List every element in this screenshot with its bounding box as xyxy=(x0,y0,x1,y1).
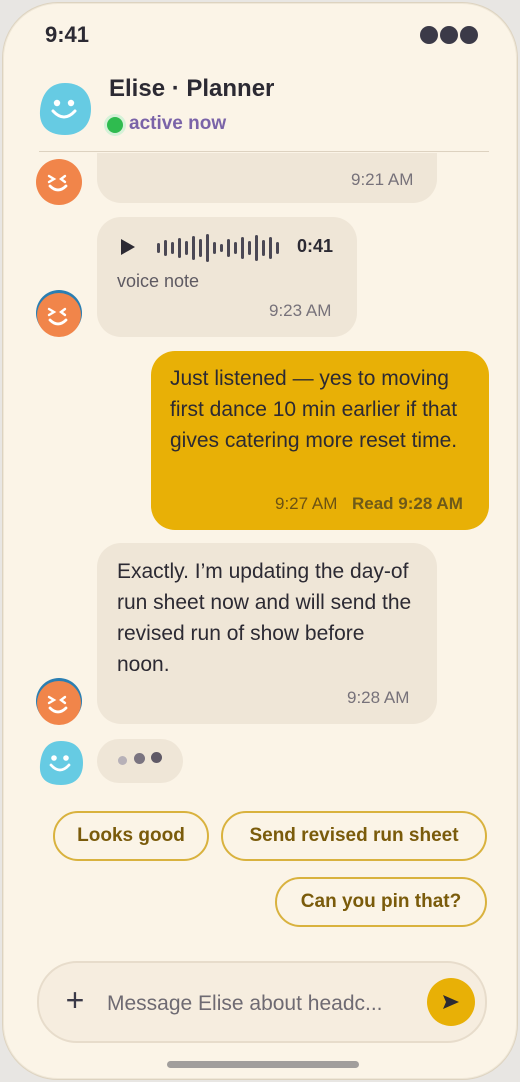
quick-reply-send-revised-run-sheet[interactable]: Send revised run sheet xyxy=(221,811,487,861)
planner-avatar xyxy=(36,290,82,337)
message-input[interactable] xyxy=(105,985,419,1023)
send-icon xyxy=(443,995,459,1009)
voice-caption: voice note xyxy=(117,271,200,291)
message-bubble-incoming[interactable]: Exactly. I’m updating the day-of run she… xyxy=(97,543,437,724)
online-indicator xyxy=(107,117,123,133)
play-icon[interactable] xyxy=(119,237,137,257)
send-button[interactable] xyxy=(427,978,475,1026)
status-time: 9:41 xyxy=(45,22,90,47)
waveform[interactable] xyxy=(157,233,287,263)
message-composer: + xyxy=(37,961,487,1043)
typing-indicator xyxy=(97,739,183,783)
read-receipt: Read 9:28 AM xyxy=(352,494,463,513)
message-time: 9:28 AM xyxy=(347,688,410,707)
message-time: 9:21 AM xyxy=(351,170,414,189)
more-dots-icon xyxy=(420,26,482,44)
contact-status: active now xyxy=(129,113,227,134)
contact-name: Elise · Planner xyxy=(109,75,275,102)
phone-frame: 9:41 Elise · Planner active now 9:21 AM xyxy=(2,2,518,1080)
home-indicator[interactable] xyxy=(167,1061,359,1068)
planner-avatar xyxy=(36,159,82,205)
contact-avatar-small xyxy=(39,741,83,785)
voice-duration: 0:41 xyxy=(297,236,334,256)
plus-icon[interactable]: + xyxy=(57,983,93,1019)
message-time: 9:23 AM xyxy=(269,301,332,320)
contact-avatar[interactable] xyxy=(37,81,93,137)
voice-note-bubble[interactable]: 0:41 voice note 9:23 AM xyxy=(97,217,357,337)
quick-reply-pin[interactable]: Can you pin that? xyxy=(275,877,487,927)
planner-avatar xyxy=(36,678,82,725)
message-bubble-outgoing[interactable]: Just listened — yes to moving first danc… xyxy=(151,351,489,530)
message-text: Exactly. I’m updating the day-of run she… xyxy=(117,560,412,676)
quick-reply-looks-good[interactable]: Looks good xyxy=(53,811,209,861)
message-text: Just listened — yes to moving first danc… xyxy=(170,367,458,452)
message-list[interactable]: 9:21 AM 0:41 voice note 9:23 AM Just lis… xyxy=(3,153,517,793)
header-divider xyxy=(39,151,489,152)
message-bubble-incoming[interactable]: 9:21 AM xyxy=(97,153,437,203)
message-time: 9:27 AM xyxy=(275,494,338,513)
